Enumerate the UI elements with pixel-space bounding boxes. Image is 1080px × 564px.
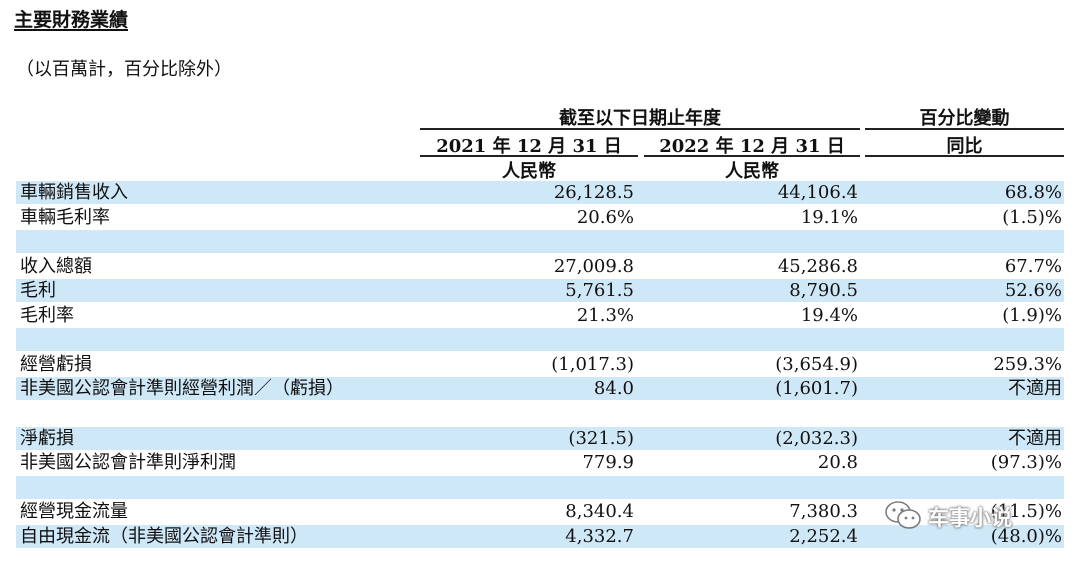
value-2022: (2,032.3) [775,428,858,449]
value-2022: 19.4% [800,305,858,326]
value-2022: 45,286.8 [777,256,858,277]
spacer-row [16,476,1064,499]
table-row: 毛利率 21.3% 19.4% (1.9)% [16,304,1064,327]
row-label: 車輛毛利率 [20,207,110,228]
value-change: (97.3)% [990,452,1062,473]
value-2022: (1,601.7) [775,378,858,399]
table-row: 非美國公認會計準則經營利潤／（虧損） 84.0 (1,601.7) 不適用 [16,377,1064,400]
row-label: 經營現金流量 [20,501,128,522]
value-2021: 27,009.8 [553,256,634,277]
period-group-header: 截至以下日期止年度 [559,108,721,129]
row-label: 淨虧損 [20,428,74,449]
value-2021: 779.9 [582,452,634,473]
change-group-header: 百分比變動 [919,108,1010,129]
spacer-row [16,328,1064,351]
row-label: 收入總額 [20,256,92,277]
table-row: 淨虧損 (321.5) (2,032.3) 不適用 [16,427,1064,450]
table-row: 毛利 5,761.5 8,790.5 52.6% [16,279,1064,302]
row-label: 自由現金流（非美國公認會計準則） [20,526,308,547]
value-2021: 8,340.4 [565,501,634,522]
value-change: (1.9)% [1002,305,1062,326]
value-2021: 4,332.7 [565,526,634,547]
col-2022-unit: 人民幣 [725,161,779,182]
value-change: 68.8% [1004,182,1062,203]
value-2022: 19.1% [800,207,858,228]
col-2021-unit: 人民幣 [502,161,556,182]
value-2022: 44,106.4 [777,182,858,203]
row-label: 車輛銷售收入 [20,182,128,203]
value-change: 67.7% [1004,256,1062,277]
table-row: 車輛銷售收入 26,128.5 44,106.4 68.8% [16,181,1064,204]
value-change: 52.6% [1004,280,1062,301]
change-rule [865,155,1064,157]
value-2021: (1,017.3) [551,354,634,375]
value-2021: 5,761.5 [565,280,634,301]
value-change: (1.5)% [1002,207,1062,228]
value-change: 不適用 [1008,428,1062,449]
table-row: 車輛毛利率 20.6% 19.1% (1.5)% [16,206,1064,229]
value-change: 不適用 [1008,378,1062,399]
value-2021: 84.0 [593,378,634,399]
table-row: 非美國公認會計準則淨利潤 779.9 20.8 (97.3)% [16,451,1064,474]
spacer-row [16,402,1064,425]
period-group-rule [420,128,860,130]
value-2021: 20.6% [576,207,634,228]
row-label: 毛利率 [20,305,74,326]
value-2022: 8,790.5 [789,280,858,301]
spacer-row [16,230,1064,253]
row-label: 毛利 [20,280,56,301]
change-group-rule [865,128,1064,130]
unit-note: （以百萬計，百分比除外） [16,59,232,80]
watermark-text: 车事小说 [928,506,1012,530]
value-2022: 2,252.4 [789,526,858,547]
row-label: 非美國公認會計準則淨利潤 [20,452,236,473]
value-change: 259.3% [993,354,1062,375]
table-row: 經營虧損 (1,017.3) (3,654.9) 259.3% [16,353,1064,376]
table-row: 收入總額 27,009.8 45,286.8 67.7% [16,255,1064,278]
row-label: 非美國公認會計準則經營利潤／（虧損） [20,378,344,399]
value-2021: (321.5) [568,428,634,449]
value-2022: (3,654.9) [775,354,858,375]
row-label: 經營虧損 [20,354,92,375]
value-2022: 7,380.3 [789,501,858,522]
value-2021: 26,128.5 [553,182,634,203]
value-2022: 20.8 [817,452,858,473]
watermark: 车事小说 [884,497,1064,537]
value-2021: 21.3% [576,305,634,326]
page-title: 主要財務業績 [14,9,129,31]
wechat-icon [884,499,922,535]
